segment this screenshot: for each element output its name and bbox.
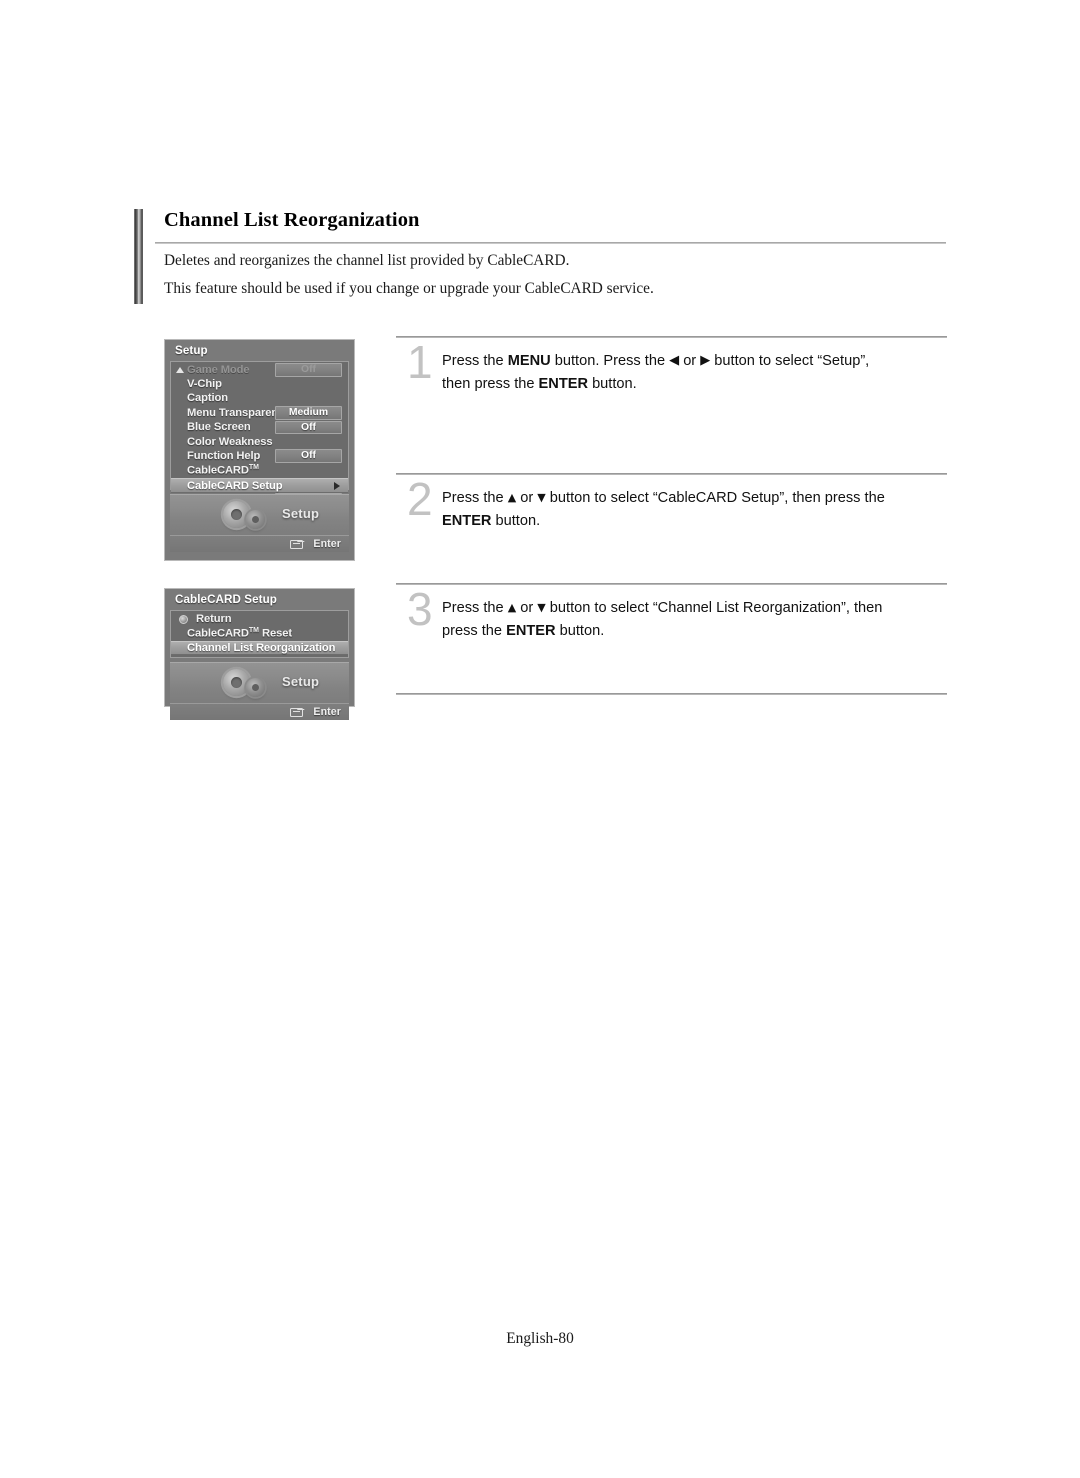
scroll-up-icon	[176, 367, 184, 373]
enter-button-keyword: ENTER	[538, 376, 589, 392]
osd-cablecard-brand-area: Setup	[170, 662, 349, 703]
menu-item-color-weakness[interactable]: Color Weakness	[171, 435, 348, 449]
trademark-mark: TM	[248, 626, 259, 634]
osd-setup-menu: Setup Game Mode Off V-Chip Caption Menu …	[164, 339, 355, 561]
menu-item-blue-screen[interactable]: Blue Screen Off	[171, 420, 348, 435]
menu-item-label: Game Mode	[187, 363, 250, 376]
enter-label: Enter	[313, 705, 341, 718]
step-divider	[396, 583, 947, 585]
menu-item-caption[interactable]: Caption	[171, 392, 348, 406]
enter-button-keyword: ENTER	[506, 623, 556, 639]
menu-item-v-chip[interactable]: V-Chip	[171, 377, 348, 391]
menu-item-game-mode[interactable]: Game Mode Off	[171, 363, 348, 377]
title-accent-bar	[134, 209, 143, 304]
menu-item-label: V-Chip	[187, 377, 222, 390]
step-number: 2	[407, 473, 433, 525]
step-number: 3	[407, 583, 433, 635]
gears-icon	[220, 668, 276, 700]
menu-item-label: Channel List Reorganization	[187, 642, 336, 655]
osd-setup-brand-area: Setup	[170, 494, 349, 535]
chevron-right-icon	[334, 482, 340, 491]
osd-cablecard-item-list: Return CableCARDTM Reset Channel List Re…	[170, 610, 349, 658]
osd-setup-footer: Enter	[170, 535, 349, 552]
osd-brand-label: Setup	[282, 506, 320, 521]
step-text: Press the MENU button. Press the ◀ or ▶ …	[442, 353, 870, 392]
osd-cablecard-footer: Enter	[170, 703, 349, 720]
osd-cablecard-setup-menu: CableCARD Setup Return CableCARDTM Reset…	[164, 588, 355, 720]
intro-line-2: This feature should be used if you chang…	[164, 280, 654, 297]
arrow-right-icon: ▶	[700, 353, 711, 368]
menu-item-value[interactable]: Off	[275, 449, 342, 463]
menu-item-label: Function Help	[187, 449, 261, 462]
menu-item-channel-list-reorganization[interactable]: Channel List Reorganization	[171, 640, 348, 656]
enter-label: Enter	[313, 537, 341, 550]
menu-item-return[interactable]: Return	[171, 612, 348, 626]
step-text: Press the ▲ or ▼ button to select “Cable…	[442, 490, 885, 529]
title-divider	[155, 242, 946, 244]
arrow-down-icon: ▼	[537, 601, 546, 614]
menu-item-value[interactable]: Off	[275, 420, 342, 435]
menu-item-label: Blue Screen	[187, 421, 251, 434]
osd-setup-item-list: Game Mode Off V-Chip Caption Menu Transp…	[170, 361, 349, 507]
gear-small-icon	[246, 678, 265, 697]
step-number: 1	[407, 336, 433, 388]
step-divider	[396, 473, 947, 475]
gear-small-icon	[246, 510, 265, 529]
enter-button-keyword: ENTER	[442, 513, 492, 529]
arrow-up-icon: ▲	[507, 601, 517, 614]
menu-item-value[interactable]: Medium	[275, 406, 342, 420]
step-divider	[396, 336, 947, 338]
menu-item-value[interactable]: Off	[275, 363, 342, 377]
menu-item-cablecard-setup[interactable]: CableCARD Setup	[171, 478, 348, 493]
step-text: Press the ▲ or ▼ button to select “Chann…	[442, 600, 883, 639]
menu-item-label: CableCARDTM	[187, 464, 259, 478]
page-title: Channel List Reorganization	[164, 209, 420, 231]
osd-cablecard-setup-title: CableCARD Setup	[175, 593, 277, 606]
menu-item-menu-transparency[interactable]: Menu Transparency Medium	[171, 406, 348, 420]
return-icon	[179, 614, 188, 624]
intro-line-1: Deletes and reorganizes the channel list…	[164, 252, 570, 269]
menu-item-label: Caption	[187, 392, 228, 405]
menu-item-label: Return	[196, 612, 232, 625]
menu-item-function-help[interactable]: Function Help Off	[171, 449, 348, 463]
arrow-down-icon: ▼	[537, 491, 546, 504]
arrow-left-icon: ◀	[669, 353, 680, 368]
menu-item-cablecard[interactable]: CableCARDTM	[171, 464, 348, 478]
menu-item-label: Color Weakness	[187, 435, 273, 448]
page-footer: English-80	[506, 1330, 574, 1347]
trademark-mark: TM	[248, 464, 259, 472]
step-divider	[396, 693, 947, 695]
menu-item-label: CableCARDTM Reset	[187, 626, 292, 640]
enter-key-icon	[290, 707, 303, 717]
osd-setup-title: Setup	[175, 344, 208, 357]
menu-item-label: CableCARD Setup	[187, 479, 283, 492]
osd-brand-label: Setup	[282, 674, 320, 689]
arrow-up-icon: ▲	[507, 491, 517, 504]
enter-key-icon	[290, 539, 303, 549]
menu-button-keyword: MENU	[507, 353, 551, 369]
menu-item-cablecard-reset[interactable]: CableCARDTM Reset	[171, 626, 348, 640]
gears-icon	[220, 500, 276, 532]
